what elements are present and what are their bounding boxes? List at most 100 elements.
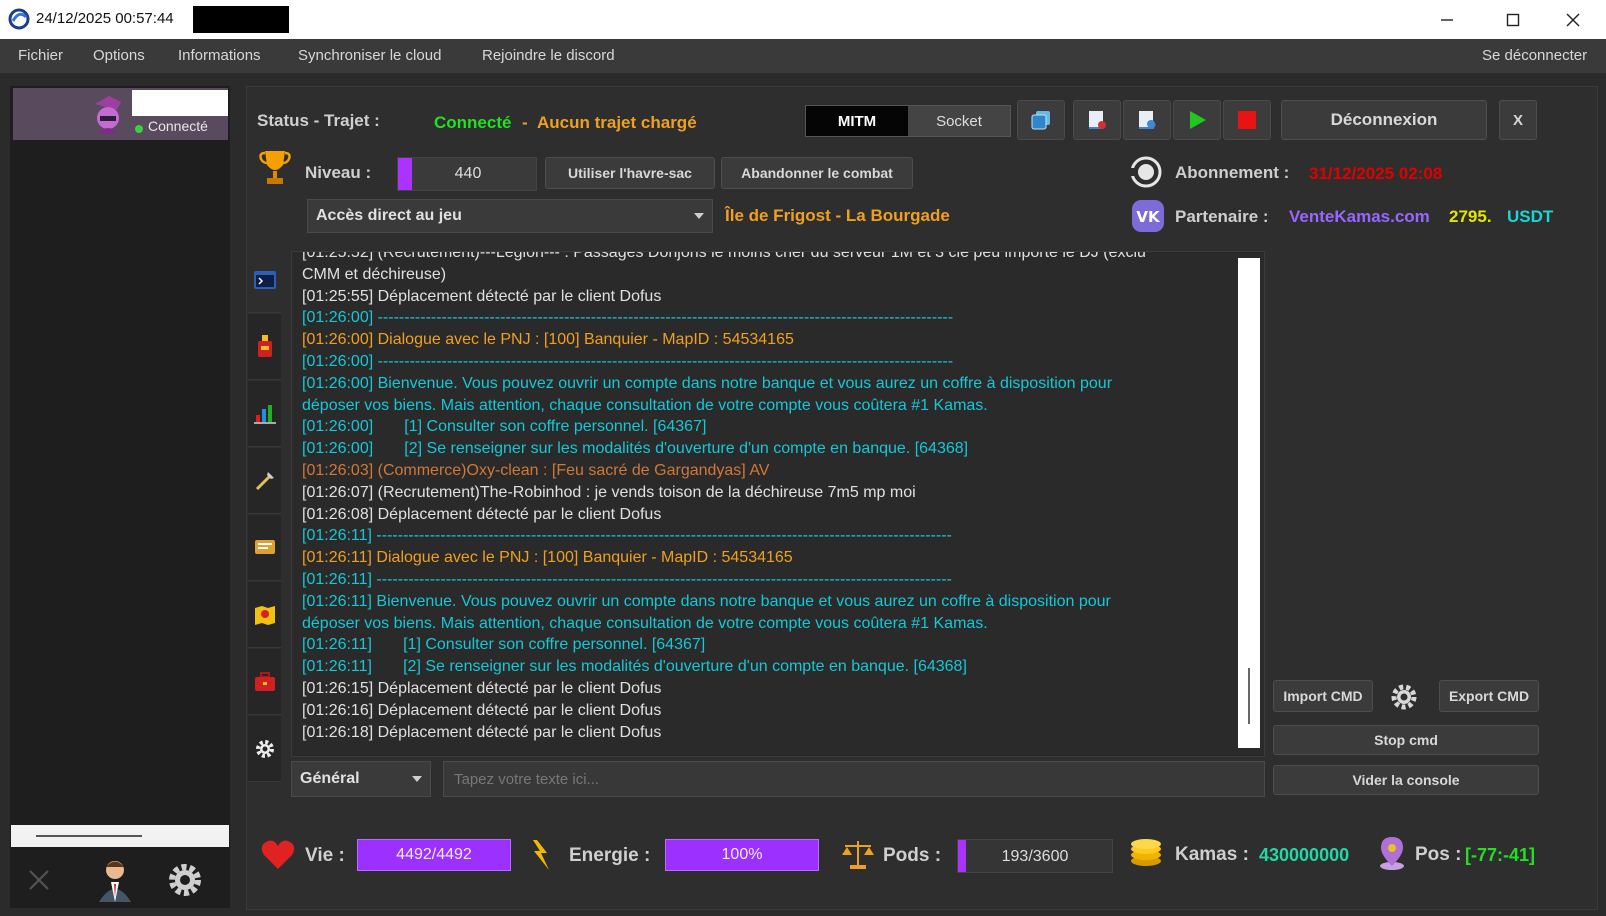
tab-bank[interactable] [248, 649, 281, 715]
trophy-icon [259, 151, 291, 184]
scales-icon [842, 841, 874, 869]
account-sidebar: Connecté [10, 86, 230, 908]
pods-value: 193/3600 [1001, 848, 1069, 865]
console-line: [01:26:11] -----------------------------… [302, 527, 952, 545]
remove-account-button[interactable] [14, 855, 64, 905]
play-button[interactable] [1173, 100, 1221, 140]
console-line: [01:26:15] Déplacement détecté par le cl… [302, 679, 662, 697]
menu-fichier[interactable]: Fichier [18, 47, 63, 64]
energy-bar: 100% [665, 839, 819, 871]
stop-cmd-button[interactable]: Stop cmd [1273, 725, 1539, 755]
level-field: 440 [397, 157, 537, 191]
minimize-button[interactable] [1414, 0, 1480, 39]
partner-amount: 2795. [1449, 207, 1492, 226]
menu-sync-cloud[interactable]: Synchroniser le cloud [298, 47, 441, 64]
cross-icon [29, 870, 49, 890]
tab-jobs[interactable] [248, 448, 281, 514]
tab-inventory[interactable] [248, 314, 281, 380]
pods-label: Pods : [883, 845, 942, 866]
logout-link[interactable]: Se déconnecter [1482, 47, 1587, 64]
script-load-icon [1089, 111, 1106, 129]
chat-input[interactable] [444, 762, 1264, 796]
console-line: [01:26:11] [1] Consulter son coffre pers… [302, 636, 706, 654]
menu-discord[interactable]: Rejoindre le discord [482, 47, 615, 64]
console-line: [01:26:11] [2] Se renseigner sur les mod… [302, 658, 967, 676]
tab-statistics[interactable] [248, 381, 281, 447]
partner-currency: USDT [1507, 207, 1554, 226]
disconnect-button[interactable]: Déconnexion [1281, 100, 1487, 140]
console-line: [01:26:11] Bienvenue. Vous pouvez ouvrir… [302, 592, 1111, 610]
console-line: [01:26:11] Dialogue avec le PNJ : [100] … [302, 549, 793, 567]
console-line: [01:26:00] [2] Se renseigner sur les mod… [302, 440, 969, 458]
partner-link[interactable]: VenteKamas.com [1289, 207, 1430, 227]
connection-mode-toggle[interactable]: MITM Socket [805, 105, 1011, 137]
briefcase-icon [254, 671, 275, 691]
console-line: [01:25:52] (Recrutement)---Legion--- : P… [302, 251, 1146, 261]
subscription-icon [1129, 156, 1162, 188]
maximize-button[interactable] [1480, 0, 1546, 39]
console-line: déposer vos biens. Mais attention, chaqu… [302, 614, 988, 632]
play-icon [1190, 111, 1206, 129]
position-pin-icon [1380, 837, 1404, 870]
tab-chat[interactable] [248, 515, 281, 581]
cmd-settings-button[interactable] [1388, 681, 1420, 713]
tab-settings[interactable] [248, 716, 281, 782]
svg-text:VK: VK [1136, 208, 1161, 226]
subscription-label: Abonnement : [1175, 163, 1290, 182]
script-edit-icon [1139, 111, 1156, 129]
import-cmd-button[interactable]: Import CMD [1273, 680, 1373, 712]
user-icon [99, 861, 131, 902]
console-output[interactable]: [01:25:52] (Recrutement)---Legion--- : P… [291, 251, 1265, 757]
copy-button[interactable] [1017, 100, 1065, 140]
edit-script-button[interactable] [1123, 100, 1171, 140]
abandon-fight-button[interactable]: Abandonner le combat [721, 157, 913, 189]
add-account-button[interactable] [90, 855, 140, 905]
status-label: Status - Trajet : [257, 111, 380, 130]
direct-access-value: Accès direct au jeu [316, 207, 462, 224]
tab-map[interactable] [248, 582, 281, 648]
export-cmd-button[interactable]: Export CMD [1439, 680, 1539, 712]
copy-icon [1031, 111, 1050, 130]
vk-partner-icon: VK [1132, 200, 1164, 232]
console-line: déposer vos biens. Mais attention, chaqu… [302, 396, 988, 414]
sidebar-scrollbar[interactable] [11, 825, 229, 847]
console-line: [01:26:03] (Commerce)Oxy-clean : [Feu sa… [302, 461, 770, 479]
character-avatar-icon [95, 96, 121, 134]
account-status: Connecté [148, 118, 208, 134]
chat-input-container [443, 761, 1265, 797]
position-value: [-77:-41] [1465, 845, 1536, 865]
console-line: [01:26:16] Déplacement détecté par le cl… [302, 701, 662, 719]
settings-icon [255, 739, 274, 758]
position-label: Pos : [1415, 844, 1462, 865]
console-lines: [01:25:52] (Recrutement)---Legion--- : P… [302, 251, 1232, 743]
subscription-value: 31/12/2025 02:08 [1309, 164, 1443, 183]
console-scrollbar[interactable] [1238, 258, 1260, 748]
tool-icon [255, 471, 274, 490]
stop-button[interactable] [1223, 100, 1271, 140]
life-label: Vie : [305, 845, 345, 866]
title-bar: 24/12/2025 00:57:44 [0, 0, 1606, 39]
clear-console-button[interactable]: Vider la console [1273, 765, 1539, 795]
sidebar-settings-button[interactable] [160, 855, 210, 905]
use-havresac-button[interactable]: Utiliser l'havre-sac [545, 157, 715, 189]
level-label: Niveau : [305, 163, 372, 182]
minimize-icon [1441, 18, 1453, 21]
close-account-button[interactable]: X [1499, 100, 1537, 140]
mode-mitm[interactable]: MITM [806, 106, 908, 136]
life-bar: 4492/4492 [357, 839, 511, 871]
chat-channel-select[interactable]: Général [291, 761, 431, 797]
window-close-button[interactable] [1540, 0, 1606, 39]
account-entry[interactable]: Connecté [13, 88, 228, 140]
console-line: [01:25:55] Déplacement détecté par le cl… [302, 287, 662, 305]
console-line: [01:26:00] [1] Consulter son coffre pers… [302, 418, 707, 436]
current-location: Île de Frigost - La Bourgade [725, 206, 950, 225]
mode-socket[interactable]: Socket [908, 106, 1010, 136]
direct-access-select[interactable]: Accès direct au jeu [307, 199, 713, 233]
menu-options[interactable]: Options [93, 47, 145, 64]
tab-console[interactable] [248, 247, 281, 313]
load-script-button[interactable] [1073, 100, 1121, 140]
close-icon [1566, 13, 1580, 26]
redacted-title [193, 6, 289, 33]
menu-informations[interactable]: Informations [178, 47, 261, 64]
route-status: Aucun trajet chargé [537, 113, 697, 132]
